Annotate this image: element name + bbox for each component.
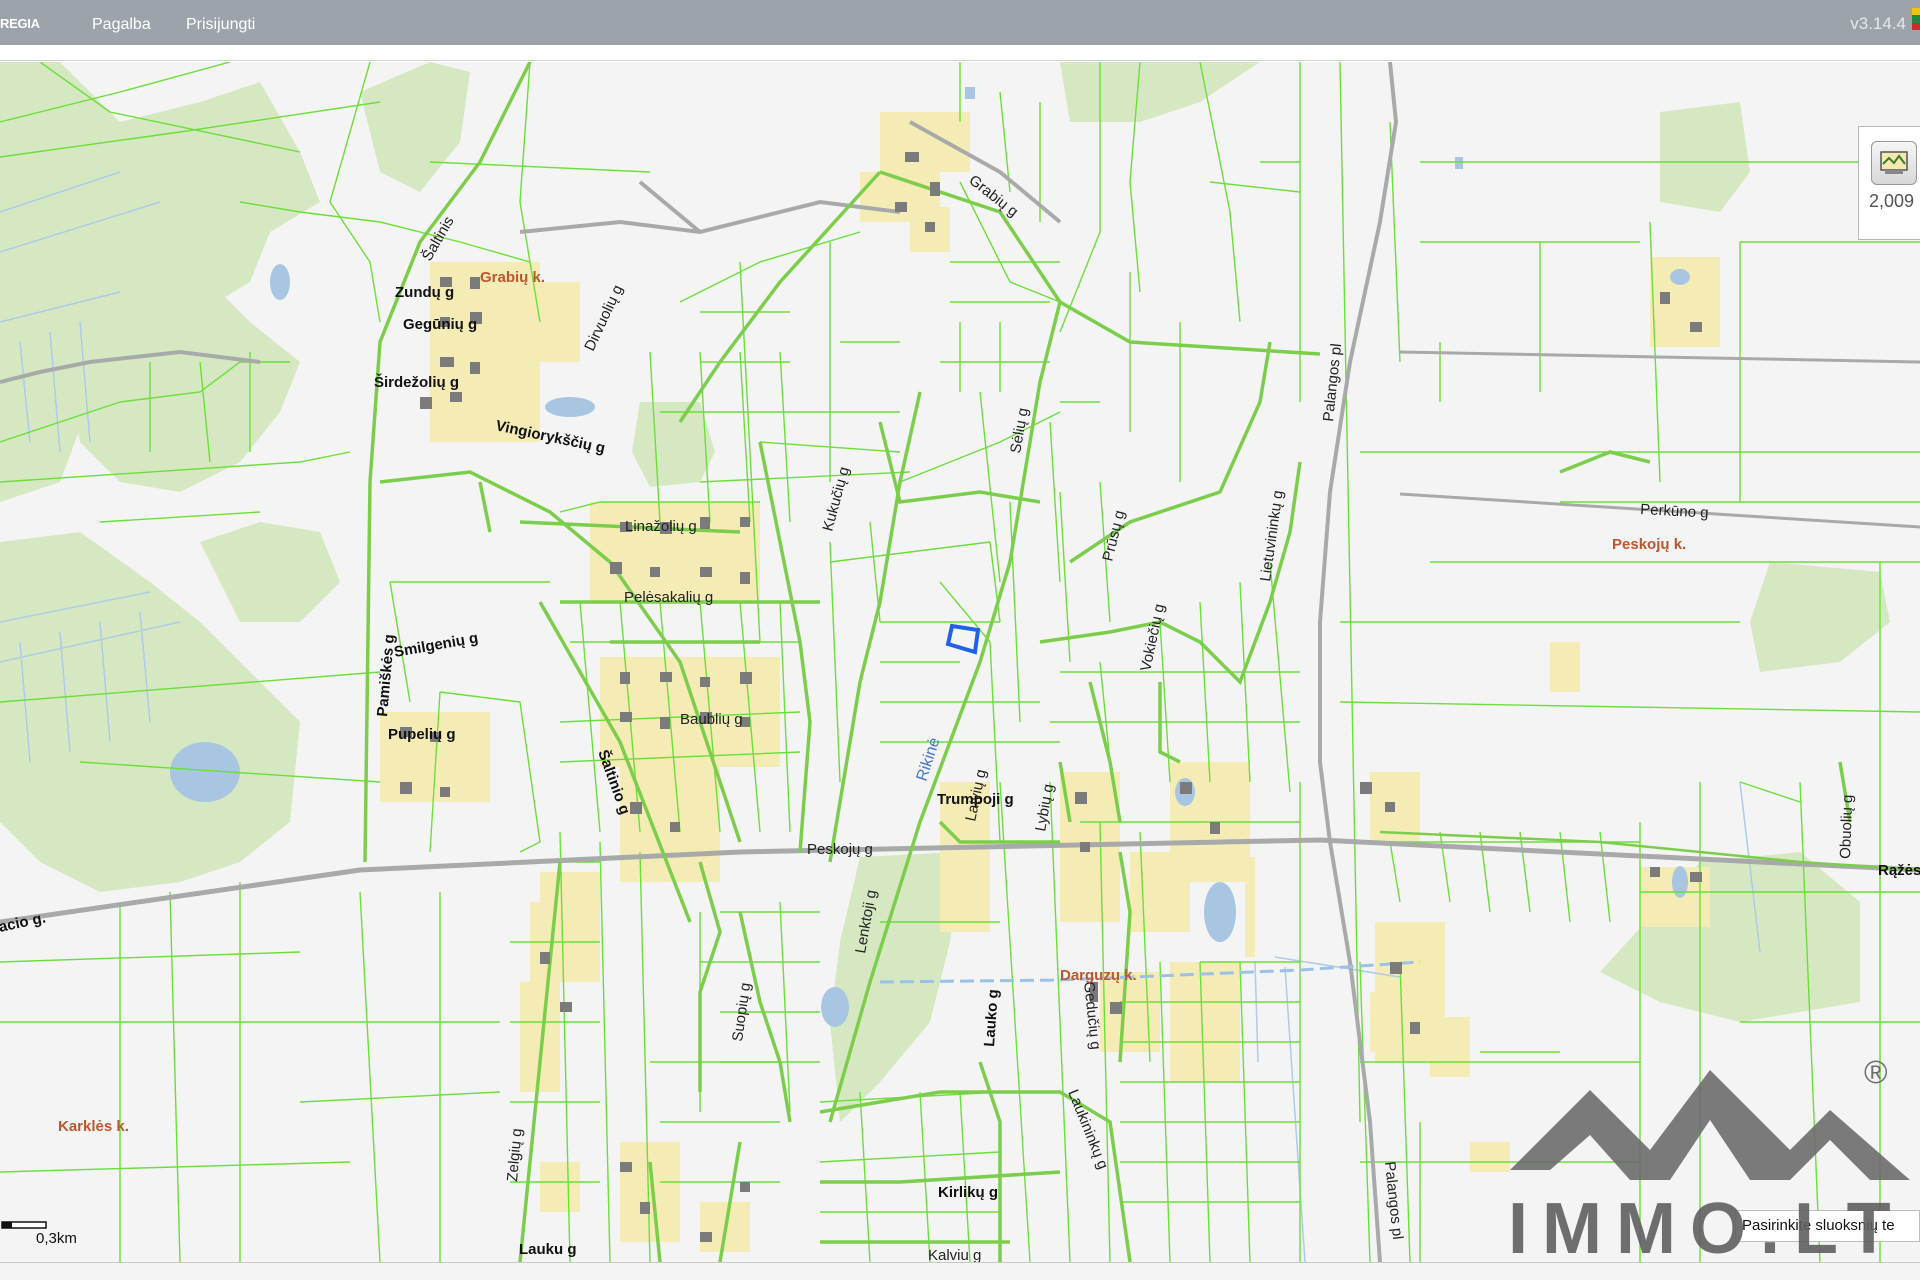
map-svg[interactable]: Šaltinis Grabių g Zundų g Gegūnių g Dirv… [0, 61, 1920, 1264]
app-brand[interactable]: REGIA [0, 16, 40, 31]
layers-icon [1880, 151, 1908, 174]
version-label: v3.14.4 [1850, 14, 1906, 33]
street-label: Baublių g [680, 711, 743, 728]
street-label: Kirlikų g [938, 1184, 998, 1201]
scale-label: 0,3km [36, 1230, 77, 1247]
street-label: Pelėsakalių g [624, 589, 713, 606]
village-label: Darguzų k. [1060, 967, 1137, 984]
street-label: Trumpoji g [937, 791, 1014, 808]
village-label: Peskojų k. [1612, 536, 1686, 553]
street-label: Peskojų g [807, 841, 873, 858]
map-canvas[interactable]: Šaltinis Grabių g Zundų g Gegūnių g Dirv… [0, 61, 1920, 1264]
map-scale-value: 2,009 [1869, 191, 1915, 211]
street-label: Zundų g [395, 284, 454, 301]
toolbar-divider [0, 45, 1920, 61]
street-label: Gegūnių g [403, 316, 477, 333]
village-label: Karklės k. [58, 1118, 129, 1135]
street-label: Pupelių g [388, 726, 456, 743]
street-label: Kalviu g [928, 1247, 981, 1262]
layers-button[interactable] [1871, 141, 1917, 185]
street-label: Širdežolių g [374, 373, 459, 391]
street-label: Lauku g [519, 1241, 577, 1258]
street-label: Rąžės [1878, 862, 1920, 879]
village-label: Grabių k. [480, 269, 545, 286]
scale-bar [1, 1221, 47, 1229]
flag-icon [1912, 8, 1920, 30]
street-label: Obuolių g [1837, 794, 1856, 859]
menu-login[interactable]: Prisijungti [186, 16, 255, 34]
layers-panel: 2,009 [1858, 126, 1920, 240]
street-label: Perkūno g [1640, 501, 1709, 522]
street-label: Linažolių g [625, 518, 697, 535]
top-toolbar: REGIA Pagalba Prisijungti v3.14.4 [0, 0, 1920, 45]
layer-select-hint[interactable]: Pasirinkite sluoksnių te [1735, 1210, 1920, 1242]
menu-help[interactable]: Pagalba [92, 16, 151, 34]
status-bar [0, 1262, 1920, 1280]
